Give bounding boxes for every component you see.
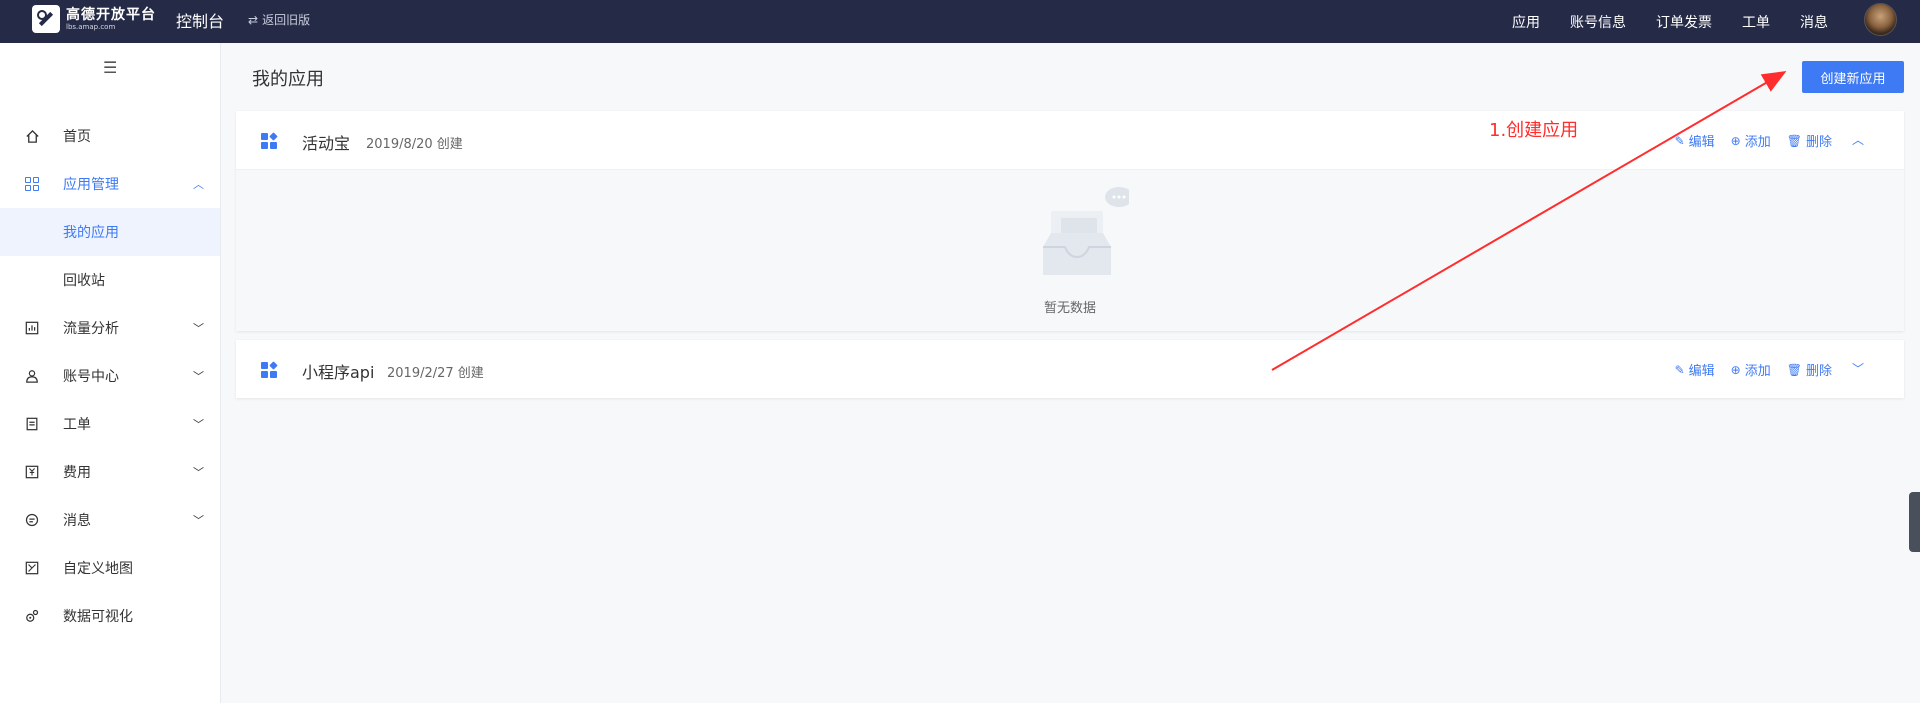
logo-title: 高德开放平台 bbox=[66, 6, 156, 23]
chevron-down-icon: ﹀ bbox=[193, 418, 204, 431]
app-name: 活动宝 bbox=[302, 134, 351, 153]
user-avatar[interactable] bbox=[1864, 3, 1897, 36]
chart-icon bbox=[24, 320, 40, 336]
edit-button[interactable]: ✎ 编辑 bbox=[1674, 360, 1715, 380]
chevron-down-icon[interactable]: ﹀ bbox=[1852, 360, 1864, 377]
empty-inbox-icon bbox=[1043, 187, 1129, 275]
sidebar-item-tickets[interactable]: 工单 ﹀ bbox=[0, 400, 220, 448]
plus-circle-icon: ⊕ bbox=[1730, 133, 1741, 148]
trash-icon: 🗑 bbox=[1786, 362, 1802, 377]
sidebar-item-label: 费用 bbox=[63, 465, 91, 481]
plus-circle-icon: ⊕ bbox=[1730, 362, 1741, 377]
grid-icon bbox=[24, 176, 40, 192]
sidebar-item-messages[interactable]: 消息 ﹀ bbox=[0, 496, 220, 544]
app-name: 小程序api bbox=[302, 363, 375, 382]
empty-state-text: 暂无数据 bbox=[1043, 301, 1096, 316]
amap-logo[interactable]: 高德开放平台 lbs.amap.com bbox=[32, 5, 156, 33]
sidebar-item-label: 工单 bbox=[63, 417, 91, 433]
top-nav: 应用 账号信息 订单发票 工单 消息 bbox=[1482, 0, 1828, 43]
hamburger-menu-icon[interactable]: ☰ bbox=[103, 58, 117, 77]
sidebar-item-label: 回收站 bbox=[63, 273, 105, 289]
sidebar-item-my-apps[interactable]: 我的应用 bbox=[0, 208, 220, 256]
sidebar-item-billing[interactable]: 费用 ﹀ bbox=[0, 448, 220, 496]
side-scroll-handle[interactable] bbox=[1909, 492, 1920, 552]
trash-icon: 🗑 bbox=[1786, 133, 1802, 148]
sidebar-item-recycle-bin[interactable]: 回收站 bbox=[0, 256, 220, 304]
swap-icon: ⇄ bbox=[248, 12, 259, 27]
sidebar-item-label: 应用管理 bbox=[63, 177, 119, 193]
logo-subtitle: lbs.amap.com bbox=[66, 22, 116, 31]
app-card-header[interactable]: 小程序api 2019/2/27 创建 ✎ 编辑 ⊕ 添加 🗑 删除 ﹀ bbox=[236, 340, 1904, 398]
sidebar-item-label: 数据可视化 bbox=[63, 609, 133, 625]
nav-tickets[interactable]: 工单 bbox=[1742, 12, 1770, 32]
back-old-label: 返回旧版 bbox=[262, 13, 311, 27]
chevron-down-icon: ﹀ bbox=[193, 514, 204, 527]
page-title: 我的应用 bbox=[252, 69, 324, 90]
nav-messages[interactable]: 消息 bbox=[1800, 12, 1828, 32]
sidebar-item-data-visualization[interactable]: 数据可视化 bbox=[0, 592, 220, 640]
sidebar-item-label: 自定义地图 bbox=[63, 561, 133, 577]
app-card: 活动宝 2019/8/20 创建 ✎ 编辑 ⊕ 添加 🗑 删除 ︿ 暂无数据 bbox=[236, 111, 1904, 331]
sidebar-item-app-management[interactable]: 应用管理 ︿ bbox=[0, 160, 220, 208]
sidebar-item-label: 流量分析 bbox=[63, 321, 119, 337]
delete-button[interactable]: 🗑 删除 bbox=[1786, 360, 1832, 380]
home-icon bbox=[24, 128, 40, 144]
sidebar-item-account-center[interactable]: 账号中心 ﹀ bbox=[0, 352, 220, 400]
sidebar: ☰ 首页 应用管理 ︿ 我的应用 回收站 流量分析 ﹀ 账号中心 ﹀ 工单 ﹀ … bbox=[0, 43, 221, 703]
nav-account-info[interactable]: 账号信息 bbox=[1570, 12, 1626, 32]
app-card-header[interactable]: 活动宝 2019/8/20 创建 ✎ 编辑 ⊕ 添加 🗑 删除 ︿ bbox=[236, 111, 1904, 169]
sidebar-item-home[interactable]: 首页 bbox=[0, 112, 220, 160]
app-created-date: 2019/8/20 创建 bbox=[366, 137, 463, 152]
sidebar-item-label: 账号中心 bbox=[63, 369, 119, 385]
sidebar-item-traffic-analysis[interactable]: 流量分析 ﹀ bbox=[0, 304, 220, 352]
delete-button[interactable]: 🗑 删除 bbox=[1786, 131, 1832, 151]
app-actions: ✎ 编辑 ⊕ 添加 🗑 删除 bbox=[1674, 360, 1832, 380]
app-created-date: 2019/2/27 创建 bbox=[387, 366, 484, 381]
clipboard-icon bbox=[24, 416, 40, 432]
map-edit-icon bbox=[24, 560, 40, 576]
nav-apps[interactable]: 应用 bbox=[1512, 12, 1540, 32]
edit-icon: ✎ bbox=[1674, 133, 1685, 148]
sidebar-item-label: 消息 bbox=[63, 513, 91, 529]
chevron-down-icon: ﹀ bbox=[193, 322, 204, 335]
sidebar-item-label: 我的应用 bbox=[63, 225, 119, 241]
chevron-down-icon: ﹀ bbox=[193, 370, 204, 383]
app-card-body: 暂无数据 bbox=[236, 169, 1904, 331]
app-icon bbox=[261, 361, 278, 378]
app-actions: ✎ 编辑 ⊕ 添加 🗑 删除 bbox=[1674, 131, 1832, 151]
money-icon bbox=[24, 464, 40, 480]
edit-button[interactable]: ✎ 编辑 bbox=[1674, 131, 1715, 151]
add-button[interactable]: ⊕ 添加 bbox=[1730, 131, 1771, 151]
add-button[interactable]: ⊕ 添加 bbox=[1730, 360, 1771, 380]
amap-logo-icon bbox=[32, 5, 60, 33]
chevron-up-icon[interactable]: ︿ bbox=[1852, 131, 1864, 148]
top-navigation-bar: 高德开放平台 lbs.amap.com 控制台 ⇄ 返回旧版 应用 账号信息 订… bbox=[0, 0, 1920, 43]
sidebar-item-custom-map[interactable]: 自定义地图 bbox=[0, 544, 220, 592]
back-to-old-version-link[interactable]: ⇄ 返回旧版 bbox=[248, 11, 310, 28]
chevron-up-icon: ︿ bbox=[193, 178, 204, 191]
nav-orders-invoices[interactable]: 订单发票 bbox=[1656, 12, 1712, 32]
edit-icon: ✎ bbox=[1674, 362, 1685, 377]
console-title[interactable]: 控制台 bbox=[176, 8, 224, 32]
app-icon bbox=[261, 132, 278, 149]
sidebar-item-label: 首页 bbox=[63, 129, 91, 145]
app-card: 小程序api 2019/2/27 创建 ✎ 编辑 ⊕ 添加 🗑 删除 ﹀ bbox=[236, 340, 1904, 398]
create-new-app-button[interactable]: 创建新应用 bbox=[1802, 61, 1904, 93]
message-icon bbox=[24, 512, 40, 528]
visualization-icon bbox=[24, 608, 40, 624]
user-icon bbox=[24, 368, 40, 384]
chevron-down-icon: ﹀ bbox=[193, 466, 204, 479]
annotation-label: 1.创建应用 bbox=[1489, 120, 1579, 141]
